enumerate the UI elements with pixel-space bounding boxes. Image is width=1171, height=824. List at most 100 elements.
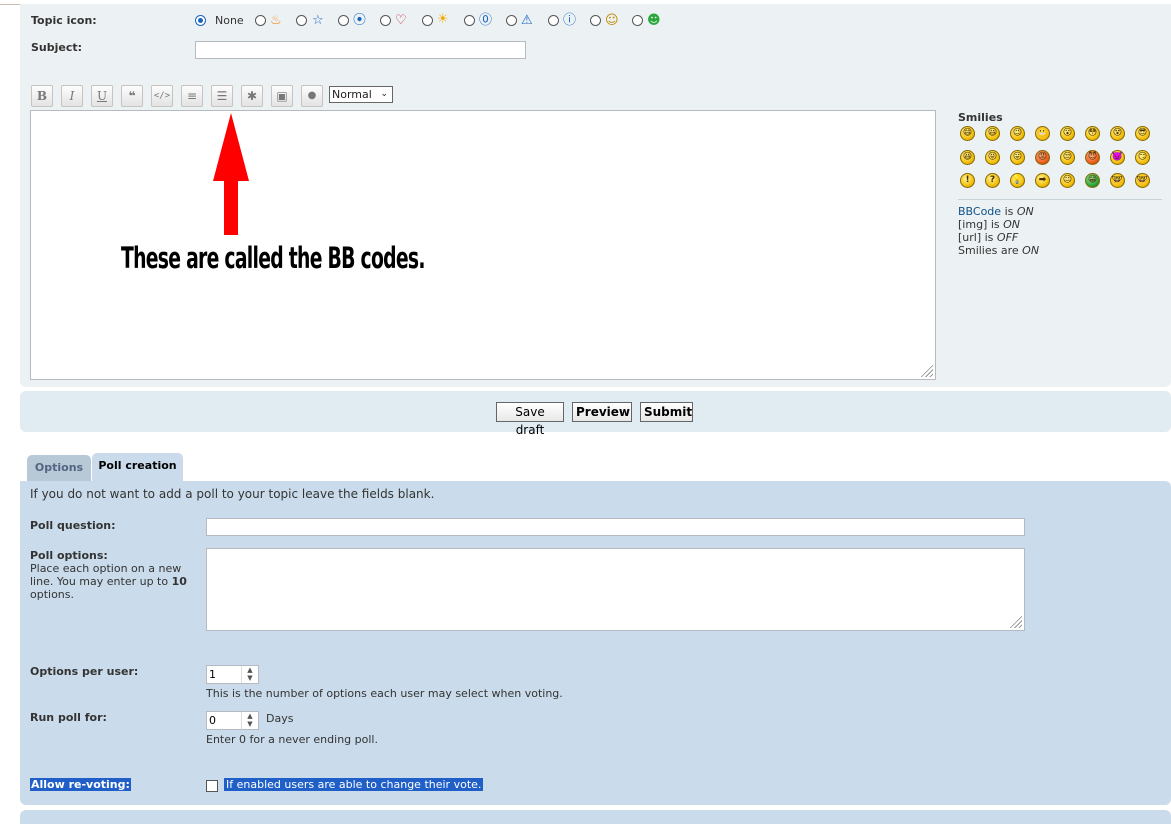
smiley-icon[interactable]: 😁: [1085, 173, 1100, 188]
topic-icon-radio-none[interactable]: [195, 15, 206, 26]
code-button[interactable]: </>: [151, 85, 173, 107]
smilies-value: ON: [1022, 244, 1040, 257]
poll-options-help-line1: Place each option on a new: [30, 562, 182, 575]
poll-options-help: Place each option on a new line. You may…: [30, 562, 195, 601]
sun-icon: ☀: [437, 12, 449, 27]
img-label: [img] is: [958, 218, 1000, 231]
options-per-user-help: This is the number of options each user …: [206, 687, 563, 700]
quote-button[interactable]: ❝: [121, 85, 143, 107]
poll-options-label: Poll options:: [30, 549, 108, 562]
bbcode-value: ON: [1016, 205, 1034, 218]
poll-intro: If you do not want to add a poll to your…: [30, 487, 435, 501]
smiley-icon[interactable]: 😐: [1060, 173, 1075, 188]
smiley-icon[interactable]: 😆: [960, 150, 975, 165]
poll-options-help-line2: line. You may enter up to: [30, 575, 169, 588]
color-button[interactable]: ●: [301, 85, 323, 107]
poll-options-max: 10: [171, 575, 187, 588]
smilies-label: Smilies are: [958, 244, 1019, 257]
smiley-icon[interactable]: 😃: [985, 126, 1000, 141]
resize-grip-icon[interactable]: [921, 365, 933, 377]
divider: [958, 199, 1162, 200]
smiley-icon[interactable]: ➡: [1035, 173, 1050, 188]
topic-icon-radio-info[interactable]: [548, 15, 559, 26]
topic-icon-radio-heart[interactable]: [380, 15, 391, 26]
question-icon: ⓪: [479, 13, 493, 28]
smiley-icon[interactable]: 👿: [1110, 150, 1125, 165]
poll-options-textarea[interactable]: [206, 548, 1025, 631]
list-item-button[interactable]: ✱: [241, 85, 263, 107]
smiley-icon[interactable]: 💡: [1010, 173, 1025, 188]
topic-icon-radio-paw[interactable]: [338, 15, 349, 26]
chevron-down-icon: ⌄: [380, 89, 388, 99]
tab-options[interactable]: Options: [27, 455, 91, 481]
run-poll-help: Enter 0 for a never ending poll.: [206, 733, 378, 746]
flame-icon: ♨: [270, 13, 282, 28]
poll-question-input[interactable]: [206, 518, 1025, 536]
paw-icon: ⦿: [353, 13, 367, 28]
image-button[interactable]: ▣: [271, 85, 293, 107]
smiley-icon[interactable]: 😏: [1135, 150, 1150, 165]
smiley-icon[interactable]: 😎: [1135, 126, 1150, 141]
run-poll-unit: Days: [266, 712, 294, 725]
smiley-icon[interactable]: !: [960, 173, 975, 188]
save-draft-button[interactable]: Save draft: [496, 402, 564, 437]
topic-icon-radio-star[interactable]: [296, 15, 307, 26]
bold-button[interactable]: B: [31, 85, 53, 107]
run-poll-value: 0: [209, 714, 216, 727]
options-per-user-label: Options per user:: [30, 665, 139, 678]
font-size-value: Normal: [332, 88, 372, 101]
topic-icon-radio-sun[interactable]: [422, 15, 433, 26]
numbered-list-button[interactable]: ☰: [211, 85, 233, 107]
options-per-user-input[interactable]: 1 ▲ ▼: [206, 665, 259, 684]
topic-icon-radio-question[interactable]: [464, 15, 475, 26]
smiley-icon[interactable]: 😝: [985, 150, 1000, 165]
resize-grip-icon[interactable]: [1010, 616, 1022, 628]
options-per-user-value: 1: [209, 668, 216, 681]
preview-button[interactable]: Preview: [572, 402, 632, 422]
topic-icon-radio-grin[interactable]: [632, 15, 643, 26]
smiley-icon[interactable]: 😵: [1110, 126, 1125, 141]
subject-label: Subject:: [31, 41, 83, 54]
smiley-icon[interactable]: 😉: [1010, 126, 1025, 141]
url-value: OFF: [996, 231, 1019, 244]
smiley-icon[interactable]: 🤓: [1110, 173, 1125, 188]
smiley-icon[interactable]: 🤓: [1135, 173, 1150, 188]
bbcode-is-text: is: [1004, 205, 1014, 218]
allow-revoting-help: If enabled users are able to change thei…: [224, 778, 484, 791]
bbcode-link[interactable]: BBCode: [958, 205, 1001, 218]
warning-icon: ⚠: [521, 13, 533, 28]
topic-icon-radio-smile[interactable]: [590, 15, 601, 26]
spinner-icon[interactable]: ▲ ▼: [241, 712, 258, 729]
annotation-text: These are called the BB codes.: [121, 241, 426, 275]
smiley-icon[interactable]: 😮: [1060, 126, 1075, 141]
topic-icon-radio-warning[interactable]: [506, 15, 517, 26]
url-label: [url] is: [958, 231, 994, 244]
topic-icon-options: None ♨ ☆ ⦿ ♡ ☀ ⓪ ⚠ ⓘ ☺ ☻: [195, 12, 665, 29]
smile-icon: ☺: [605, 13, 619, 28]
font-size-select[interactable]: Normal ⌄: [329, 86, 393, 103]
smiley-icon[interactable]: 😳: [1085, 126, 1100, 141]
heart-icon: ♡: [395, 13, 407, 28]
smiley-icon[interactable]: 😬: [1035, 126, 1050, 141]
smiley-icon[interactable]: ?: [985, 173, 1000, 188]
smiley-icon[interactable]: 😈: [1085, 150, 1100, 165]
bbcode-status: BBCode is ON [img] is ON [url] is OFF Sm…: [958, 205, 1039, 257]
smiley-icon[interactable]: 😄: [960, 126, 975, 141]
italic-button[interactable]: I: [61, 85, 83, 107]
smilies-title: Smilies: [958, 111, 1003, 124]
smiley-icon[interactable]: 😒: [1060, 150, 1075, 165]
poll-options-help-line3: options.: [30, 588, 75, 601]
smilies-grid: 😄 😃 😉 😬 😮 😳 😵 😎 😆 😝 😛 😡 😒 😈 👿 😏 ! ? 💡 ➡ …: [958, 126, 1158, 194]
underline-button[interactable]: U: [91, 85, 113, 107]
list-button[interactable]: ≡: [181, 85, 203, 107]
submit-button[interactable]: Submit: [640, 402, 693, 422]
smiley-icon[interactable]: 😡: [1035, 150, 1050, 165]
spinner-icon[interactable]: ▲ ▼: [241, 666, 258, 683]
subject-input[interactable]: [195, 41, 526, 59]
tab-poll-creation[interactable]: Poll creation: [92, 453, 183, 481]
smiley-icon[interactable]: 😛: [1010, 150, 1025, 165]
allow-revoting-checkbox[interactable]: [206, 780, 218, 792]
topic-icon-radio-flame[interactable]: [255, 15, 266, 26]
star-icon: ☆: [312, 13, 324, 28]
run-poll-input[interactable]: 0 ▲ ▼: [206, 711, 259, 730]
